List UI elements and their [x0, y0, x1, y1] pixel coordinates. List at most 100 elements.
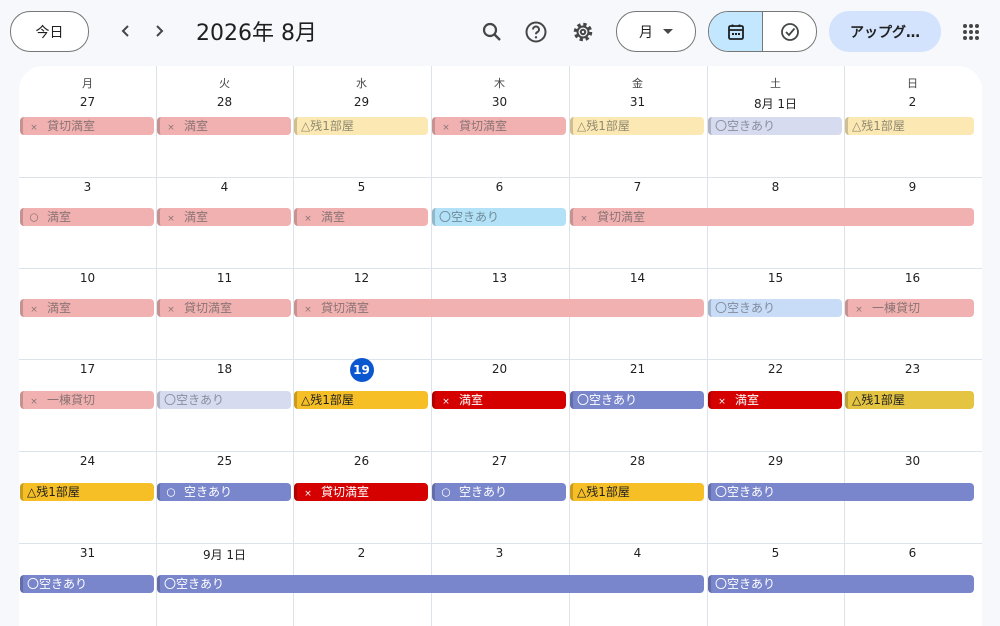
calendar-event[interactable]: △残1部屋 [20, 483, 154, 501]
day-number[interactable]: 15 [707, 271, 844, 285]
view-select[interactable]: 月 [616, 11, 696, 52]
day-number[interactable]: 30 [844, 454, 981, 468]
day-number[interactable]: 20 [431, 362, 568, 376]
day-number[interactable]: 10 [19, 271, 156, 285]
calendar-event[interactable]: × 満室 [294, 208, 428, 226]
day-number[interactable]: 14 [569, 271, 706, 285]
day-number[interactable]: 17 [19, 362, 156, 376]
day-number[interactable]: 8 [707, 180, 844, 194]
day-number[interactable]: 26 [293, 454, 430, 468]
calendar-event[interactable]: 〇満室 [20, 208, 154, 226]
calendar-event[interactable]: 〇空きあり [708, 299, 842, 317]
calendar-event[interactable]: 〇空きあり [708, 117, 842, 135]
calendar-event[interactable]: × 貸切満室 [432, 117, 566, 135]
weekday-header: 日 [907, 77, 918, 90]
event-title: 貸切満室 [597, 210, 646, 224]
day-number[interactable]: 28 [156, 95, 293, 109]
day-number[interactable]: 4 [156, 180, 293, 194]
search-button[interactable] [476, 16, 508, 48]
event-status-mark: × [30, 123, 38, 133]
day-number[interactable]: 12 [293, 271, 430, 285]
day-number[interactable]: 6 [844, 546, 981, 560]
calendar-event[interactable]: 〇空きあり [570, 391, 704, 409]
day-number[interactable]: 11 [156, 271, 293, 285]
calendar-event[interactable]: × 貸切満室 [570, 208, 974, 226]
day-number[interactable]: 9月 1日 [156, 546, 293, 563]
event-status-mark: 〇 [29, 214, 39, 224]
upgrade-button[interactable]: アップグ… [829, 11, 941, 52]
calendar-event[interactable]: × 満室 [708, 391, 842, 409]
grid-column-line [293, 66, 294, 626]
calendar-event[interactable]: 〇空きあり [708, 483, 974, 501]
day-number[interactable]: 13 [431, 271, 568, 285]
day-number[interactable]: 2 [844, 95, 981, 109]
day-number[interactable]: 21 [569, 362, 706, 376]
day-number[interactable]: 23 [844, 362, 981, 376]
tasks-view-button[interactable] [763, 12, 816, 51]
day-number[interactable]: 31 [19, 546, 156, 560]
apps-button[interactable] [955, 16, 987, 48]
calendar-event[interactable]: × 満室 [157, 117, 291, 135]
event-title: 〇空きあり [715, 119, 776, 133]
calendar-event[interactable]: × 満室 [432, 391, 566, 409]
event-title: 貸切満室 [321, 485, 370, 499]
calendar-event[interactable]: △残1部屋 [570, 483, 704, 501]
day-number[interactable]: 30 [431, 95, 568, 109]
event-title: △残1部屋 [577, 119, 630, 133]
day-number[interactable]: 29 [293, 95, 430, 109]
calendar-event[interactable]: △残1部屋 [570, 117, 704, 135]
calendar-event[interactable]: × 貸切満室 [157, 299, 291, 317]
calendar-event[interactable]: × 一棟貸切 [845, 299, 974, 317]
calendar-view-button[interactable] [709, 12, 763, 51]
day-number[interactable]: 29 [707, 454, 844, 468]
previous-month-button[interactable] [111, 16, 141, 46]
calendar-event[interactable]: 〇空きあり [20, 575, 154, 593]
day-number[interactable]: 6 [431, 180, 568, 194]
view-select-label: 月 [639, 24, 653, 41]
help-button[interactable] [520, 16, 552, 48]
day-number[interactable]: 27 [19, 95, 156, 109]
day-number[interactable]: 3 [431, 546, 568, 560]
calendar-event[interactable]: × 満室 [20, 299, 154, 317]
day-number[interactable]: 2 [293, 546, 430, 560]
day-number[interactable]: 27 [431, 454, 568, 468]
calendar-event[interactable]: × 貸切満室 [294, 483, 428, 501]
event-title: 〇空きあり [715, 301, 776, 315]
day-number[interactable]: 28 [569, 454, 706, 468]
day-number[interactable]: 24 [19, 454, 156, 468]
day-number[interactable]: 25 [156, 454, 293, 468]
next-month-button[interactable] [144, 16, 174, 46]
event-status-mark: × [167, 123, 175, 133]
calendar-event[interactable]: 〇空きあり [157, 391, 291, 409]
event-status-mark: 〇 [441, 489, 451, 499]
day-number[interactable]: 7 [569, 180, 706, 194]
day-number[interactable]: 5 [707, 546, 844, 560]
calendar-event[interactable]: 〇空きあり [432, 483, 566, 501]
event-status-mark: × [30, 397, 38, 407]
calendar-event[interactable]: × 満室 [157, 208, 291, 226]
day-number[interactable]: 8月 1日 [707, 95, 844, 112]
calendar-event[interactable]: △残1部屋 [845, 117, 974, 135]
day-number[interactable]: 5 [293, 180, 430, 194]
calendar-event[interactable]: 〇空きあり [157, 483, 291, 501]
calendar-event[interactable]: △残1部屋 [294, 117, 428, 135]
day-number[interactable]: 31 [569, 95, 706, 109]
day-number[interactable]: 3 [19, 180, 156, 194]
settings-button[interactable] [567, 16, 599, 48]
calendar-event[interactable]: 〇空きあり [157, 575, 704, 593]
day-number[interactable]: 16 [844, 271, 981, 285]
calendar-event[interactable]: 〇空きあり [708, 575, 974, 593]
calendar-event[interactable]: 〇空きあり [432, 208, 566, 226]
day-number[interactable]: 4 [569, 546, 706, 560]
day-number[interactable]: 9 [844, 180, 981, 194]
calendar-event[interactable]: △残1部屋 [294, 391, 428, 409]
day-number[interactable]: 22 [707, 362, 844, 376]
day-number[interactable]: 19 [293, 358, 430, 382]
event-title: 〇空きあり [577, 393, 638, 407]
calendar-event[interactable]: △残1部屋 [845, 391, 974, 409]
today-button[interactable]: 今日 [10, 11, 89, 52]
calendar-event[interactable]: × 貸切満室 [294, 299, 704, 317]
calendar-event[interactable]: × 一棟貸切 [20, 391, 154, 409]
calendar-event[interactable]: × 貸切満室 [20, 117, 154, 135]
day-number[interactable]: 18 [156, 362, 293, 376]
